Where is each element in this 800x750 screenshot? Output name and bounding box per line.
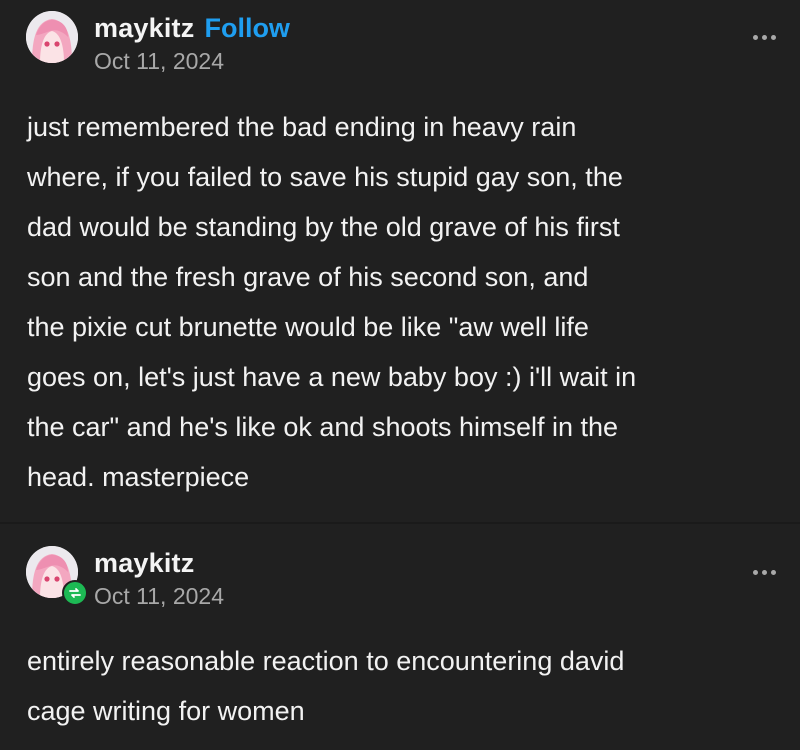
post-date[interactable]: Oct 11, 2024: [94, 48, 290, 75]
ellipsis-dot: [761, 34, 767, 40]
reblog-icon: [62, 580, 88, 606]
ellipsis-dot: [770, 34, 776, 40]
post-original: maykitz Follow Oct 11, 2024 just remembe…: [0, 0, 800, 522]
ellipsis-icon: [752, 34, 758, 40]
ellipsis-dot: [761, 569, 767, 575]
post-date[interactable]: Oct 11, 2024: [94, 583, 224, 610]
post-meta: maykitz Oct 11, 2024: [94, 548, 224, 610]
ellipsis-icon: [752, 569, 758, 575]
post-body: entirely reasonable reaction to encounte…: [27, 646, 625, 726]
avatar[interactable]: [26, 11, 78, 63]
username[interactable]: maykitz: [94, 548, 194, 579]
follow-button[interactable]: Follow: [204, 13, 289, 44]
ellipsis-dot: [770, 569, 776, 575]
post-meta: maykitz Follow Oct 11, 2024: [94, 13, 290, 75]
username[interactable]: maykitz: [94, 13, 194, 44]
more-options-button[interactable]: [746, 29, 782, 45]
post-reblog: maykitz Oct 11, 2024 entirely reasonable…: [0, 524, 800, 750]
post-header: maykitz Follow Oct 11, 2024: [22, 9, 782, 74]
more-options-button[interactable]: [746, 564, 782, 580]
post-body: just remembered the bad ending in heavy …: [27, 112, 637, 492]
post-header: maykitz Oct 11, 2024: [22, 544, 782, 609]
